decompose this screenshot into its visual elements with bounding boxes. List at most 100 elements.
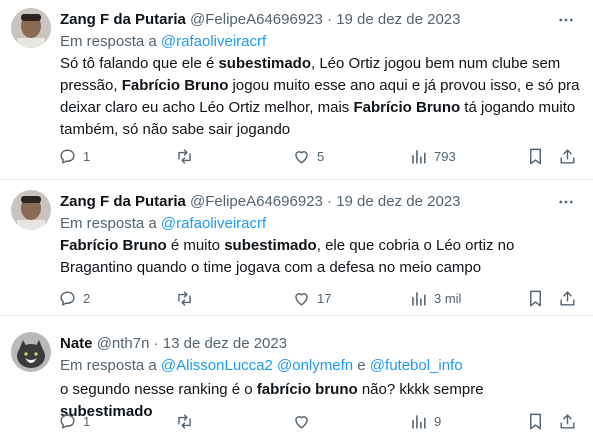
- share-icon: [560, 148, 575, 164]
- text-segment: pressão,: [60, 77, 122, 94]
- like-button[interactable]: 17: [292, 287, 331, 309]
- separator: ·: [327, 193, 333, 210]
- mention-link[interactable]: @AlissonLucca2: [161, 357, 273, 374]
- tweet-text-line: Fabrício Bruno é muito subestimado, ele …: [60, 235, 580, 257]
- author-handle[interactable]: @FelipeA64696923: [190, 193, 323, 210]
- text-segment: também, só não sabe sair jogando: [60, 121, 291, 138]
- text-segment: Bragantino quando o time jogava com a de…: [60, 259, 482, 276]
- tweet-text-line: deixar claro eu acho Léo Ortiz melhor, m…: [60, 97, 580, 119]
- bold-text: subestimado: [224, 237, 317, 254]
- reply-button[interactable]: 1: [58, 410, 90, 432]
- reply-button[interactable]: 2: [58, 287, 90, 309]
- share-button[interactable]: [558, 410, 577, 432]
- tweet-date[interactable]: 13 de dez de 2023: [163, 335, 287, 352]
- more-icon[interactable]: [557, 11, 575, 29]
- avatar[interactable]: [11, 8, 51, 48]
- share-icon: [560, 290, 575, 306]
- share-button[interactable]: [558, 287, 577, 309]
- like-icon: [295, 415, 308, 429]
- text-segment: jogou muito esse ano aqui e já provou is…: [228, 77, 580, 94]
- views-button[interactable]: 9: [409, 410, 441, 432]
- reply-context: Em resposta a @rafaoliveiracrf: [60, 32, 266, 52]
- mention-link[interactable]: @rafaoliveiracrf: [161, 33, 266, 50]
- author-name[interactable]: Nate: [60, 335, 93, 352]
- tweet-header: Zang F da Putaria @FelipeA64696923 · 19 …: [60, 192, 460, 212]
- tweet-text: Fabrício Bruno é muito subestimado, ele …: [60, 235, 580, 279]
- bold-text: Fabrício Bruno: [60, 237, 167, 254]
- bold-text: fabrício bruno: [256, 381, 358, 398]
- tweet[interactable]: Zang F da Putaria @FelipeA64696923 · 19 …: [0, 180, 593, 316]
- bold-text: Fabrício Bruno: [353, 99, 461, 116]
- tweet-text-line: Bragantino quando o time jogava com a de…: [60, 257, 580, 279]
- retweet-icon: [178, 290, 191, 306]
- text-segment: , Léo Ortiz jogou bem num clube sem: [311, 55, 561, 72]
- text-segment: tá jogando muito: [460, 99, 576, 116]
- like-icon: [295, 150, 308, 164]
- view-count: 793: [434, 148, 456, 164]
- reply-count: 1: [83, 148, 91, 164]
- reply-prefix: Em resposta a: [60, 215, 157, 232]
- bookmark-button[interactable]: [526, 287, 545, 309]
- reply-button[interactable]: 1: [58, 145, 90, 167]
- like-button[interactable]: 5: [292, 145, 324, 167]
- tweet-text: Só tô falando que ele é subestimado, Léo…: [60, 53, 580, 141]
- tweet[interactable]: Zang F da Putaria @FelipeA64696923 · 19 …: [0, 0, 593, 180]
- author-name[interactable]: Zang F da Putaria: [60, 193, 186, 210]
- tweet-date[interactable]: 19 de dez de 2023: [336, 193, 460, 210]
- reply-context: Em resposta a @AlissonLucca2 @onlymefn e…: [60, 356, 463, 376]
- text-segment: o segundo nesse ranking é o: [60, 381, 257, 398]
- text-segment: deixar claro eu acho Léo Ortiz melhor, m…: [60, 99, 354, 116]
- more-icon[interactable]: [557, 193, 575, 211]
- text-segment: Só tô falando que ele é: [60, 55, 219, 72]
- reply-icon: [60, 148, 75, 164]
- retweet-button[interactable]: [175, 287, 200, 309]
- retweet-icon: [178, 413, 191, 429]
- share-button[interactable]: [558, 145, 577, 167]
- bookmark-button[interactable]: [526, 145, 545, 167]
- tweet-header: Zang F da Putaria @FelipeA64696923 · 19 …: [60, 10, 460, 30]
- reply-prefix: Em resposta a: [60, 33, 157, 50]
- tweet[interactable]: Nate @nth7n · 13 de dez de 2023 Em respo…: [0, 316, 593, 440]
- view-count: 9: [434, 413, 442, 429]
- views-icon: [412, 149, 426, 164]
- reply-icon: [60, 413, 75, 429]
- tweet-header: Nate @nth7n · 13 de dez de 2023: [60, 334, 287, 354]
- views-button[interactable]: 3 mil: [409, 287, 461, 309]
- views-icon: [412, 414, 426, 429]
- avatar[interactable]: [11, 332, 51, 372]
- bookmark-icon: [530, 148, 541, 164]
- views-icon: [412, 291, 426, 306]
- bookmark-icon: [530, 290, 541, 306]
- mention-link[interactable]: @futebol_info: [370, 357, 463, 374]
- tweet-text-line: pressão, Fabrício Bruno jogou muito esse…: [60, 75, 580, 97]
- text-segment: não? kkkk sempre: [357, 381, 484, 398]
- retweet-button[interactable]: [175, 145, 200, 167]
- action-bar: 1 9: [58, 410, 588, 432]
- reply-context: Em resposta a @rafaoliveiracrf: [60, 214, 266, 234]
- mention-link[interactable]: @onlymefn: [277, 357, 353, 374]
- retweet-button[interactable]: [175, 410, 200, 432]
- mention-link[interactable]: @rafaoliveiracrf: [161, 215, 266, 232]
- share-icon: [560, 413, 575, 429]
- tweet-text-line: Só tô falando que ele é subestimado, Léo…: [60, 53, 580, 75]
- retweet-icon: [178, 148, 191, 164]
- action-bar: 1 5 793: [58, 145, 588, 167]
- bookmark-icon: [530, 413, 541, 429]
- author-handle[interactable]: @FelipeA64696923: [190, 11, 323, 28]
- reply-count: 2: [83, 290, 91, 306]
- text-segment: é muito: [166, 237, 225, 254]
- avatar[interactable]: [11, 190, 51, 230]
- bold-text: Fabrício Bruno: [121, 77, 229, 94]
- like-button[interactable]: [292, 410, 317, 432]
- action-bar: 2 17 3 mil: [58, 287, 588, 309]
- tweet-date[interactable]: 19 de dez de 2023: [336, 11, 460, 28]
- bookmark-button[interactable]: [526, 410, 545, 432]
- author-name[interactable]: Zang F da Putaria: [60, 11, 186, 28]
- author-handle[interactable]: @nth7n: [97, 335, 150, 352]
- views-button[interactable]: 793: [409, 145, 456, 167]
- text-segment: , ele que cobria o Léo ortiz no: [316, 237, 515, 254]
- separator: ·: [153, 335, 159, 352]
- view-count: 3 mil: [434, 290, 462, 306]
- like-count: 17: [317, 290, 332, 306]
- and-word: e: [357, 357, 366, 374]
